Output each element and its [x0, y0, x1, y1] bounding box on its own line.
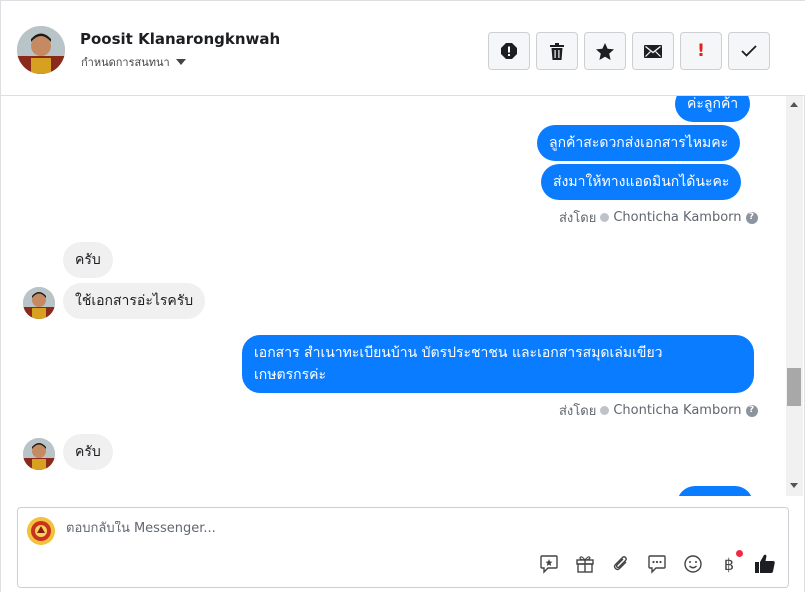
emoji-icon: [684, 555, 702, 573]
page-avatar: [27, 517, 55, 545]
message-line: เอกสาร สำเนาทะเบียนบ้าน บัตรประชาชน และเ…: [254, 345, 663, 361]
scroll-thumb[interactable]: [787, 368, 801, 406]
incoming-message[interactable]: ครับ: [63, 242, 113, 278]
gift-icon: [576, 556, 594, 573]
star-button[interactable]: [584, 32, 626, 70]
email-button[interactable]: [632, 32, 674, 70]
outgoing-message-partial[interactable]: [677, 486, 753, 496]
mark-done-button[interactable]: [728, 32, 770, 70]
paperclip-icon: [613, 556, 627, 571]
baht-icon: ฿: [723, 554, 735, 574]
reply-composer: ฿: [17, 507, 789, 588]
check-icon: [741, 45, 757, 57]
sticker-button[interactable]: [538, 553, 560, 575]
notification-dot: [736, 550, 743, 557]
trash-icon: [550, 42, 564, 60]
contact-avatar-small[interactable]: [23, 287, 55, 319]
caret-down-icon: [175, 59, 186, 65]
sender-name: Chonticha Kamborn: [613, 403, 742, 418]
outgoing-message[interactable]: ส่งมาให้ทางแอดมินกได้นะคะ: [541, 164, 742, 200]
contact-name[interactable]: Poosit Klanarongknwah: [80, 30, 280, 48]
contact-avatar[interactable]: [17, 26, 65, 74]
conversation-status-dropdown[interactable]: กำหนดการสนทนา: [81, 53, 186, 71]
messenger-window: Poosit Klanarongknwah กำหนดการสนทนา ! ค่…: [0, 0, 805, 592]
scroll-down-arrow-icon[interactable]: [790, 483, 798, 488]
help-icon[interactable]: ?: [745, 211, 758, 224]
outgoing-message[interactable]: ค่ะลูกค้า: [675, 96, 751, 122]
star-icon: [596, 42, 614, 60]
emoji-button[interactable]: [682, 553, 704, 575]
verified-dot-icon: [600, 406, 610, 415]
chat-bubble-icon: [648, 555, 666, 574]
sender-name: Chonticha Kamborn: [613, 210, 742, 225]
status-label: กำหนดการสนทนา: [81, 56, 170, 69]
like-button[interactable]: [754, 553, 776, 575]
delete-button[interactable]: [536, 32, 578, 70]
sticker-icon: [540, 555, 558, 574]
composer-tools: ฿: [538, 550, 776, 575]
exclamation-icon: !: [697, 40, 705, 61]
gift-button[interactable]: [574, 553, 596, 575]
incoming-message[interactable]: ใช้เอกสารอ่ะไรครับ: [63, 283, 206, 319]
outgoing-message[interactable]: ลูกค้าสะดวกส่งเอกสารไหมคะ: [537, 125, 741, 161]
sent-by-info: ส่งโดย Chonticha Kamborn ?: [559, 207, 758, 228]
thread-scrollbar[interactable]: [786, 96, 803, 496]
attach-button[interactable]: [610, 553, 632, 575]
report-button[interactable]: [488, 32, 530, 70]
verified-dot-icon: [600, 213, 610, 222]
saved-reply-button[interactable]: [646, 553, 668, 575]
message-line: เกษตรกรค่ะ: [254, 367, 326, 383]
report-icon: [501, 43, 517, 59]
sent-by-label: ส่งโดย: [559, 211, 597, 226]
like-icon: [755, 554, 775, 573]
mark-important-button[interactable]: !: [680, 32, 722, 70]
sent-by-info: ส่งโดย Chonticha Kamborn ?: [559, 400, 758, 421]
incoming-message[interactable]: ครับ: [63, 434, 113, 470]
envelope-icon: [644, 44, 662, 58]
conversation-header: Poosit Klanarongknwah กำหนดการสนทนา !: [1, 1, 805, 96]
message-thread[interactable]: ค่ะลูกค้า ลูกค้าสะดวกส่งเอกสารไหมคะ ส่งม…: [1, 96, 786, 496]
header-actions: !: [488, 32, 770, 70]
outgoing-message[interactable]: เอกสาร สำเนาทะเบียนบ้าน บัตรประชาชน และเ…: [242, 335, 754, 393]
reply-input[interactable]: [66, 521, 766, 536]
payment-button[interactable]: ฿: [718, 550, 743, 575]
sent-by-label: ส่งโดย: [559, 404, 597, 419]
help-icon[interactable]: ?: [745, 404, 758, 417]
scroll-up-arrow-icon[interactable]: [790, 102, 798, 107]
contact-avatar-small[interactable]: [23, 438, 55, 470]
